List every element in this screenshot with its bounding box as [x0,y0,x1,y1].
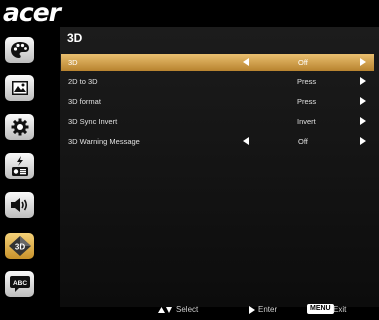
3d-icon-label: 3D [14,243,24,252]
sidebar-item-language[interactable]: ABC [5,271,34,297]
footer-hints: Select Enter MENU Exit [0,300,379,320]
menu-row-value: Press [297,97,317,106]
sidebar-item-settings[interactable] [5,114,34,140]
menu-panel: 3D 3D Off 2D to 3D Press 3D format Press… [60,27,379,307]
enter-arrow-icon [249,306,255,314]
settings-gear-icon [11,118,28,136]
menu-key-badge: MENU [307,304,334,314]
menu-row-label: 2D to 3D [68,77,98,86]
menu-row-3d-format[interactable]: 3D format Press [61,93,374,110]
menu-row-label: 3D Sync Invert [68,117,118,126]
sidebar-item-image[interactable] [5,75,34,101]
sidebar-item-audio[interactable] [5,192,34,218]
arrow-right-icon[interactable] [360,77,366,85]
sidebar-item-management[interactable] [5,153,34,179]
arrow-left-icon[interactable] [243,137,249,145]
3d-icon: 3D [8,236,31,256]
sidebar-item-3d[interactable]: 3D [5,233,34,259]
menu-row-label: 3D format [68,97,101,106]
menu-row-2d-to-3d[interactable]: 2D to 3D Press [61,73,374,90]
sidebar-item-color[interactable] [5,37,34,63]
audio-speaker-icon [10,198,27,212]
menu-row-3d-warning-message[interactable]: 3D Warning Message Off [61,133,374,150]
sidebar: 3D ABC [0,27,40,299]
menu-row-value: Press [297,77,317,86]
arrow-right-icon[interactable] [360,137,366,145]
menu-row-3d-sync-invert[interactable]: 3D Sync Invert Invert [61,113,374,130]
menu-row-3d[interactable]: 3D Off [61,54,374,71]
menu-row-value: Invert [297,117,316,126]
arrow-left-icon[interactable] [243,58,249,66]
enter-hint: Enter [258,305,278,314]
language-icon: ABC [9,276,30,292]
page-title: 3D [67,31,83,45]
menu-row-value: Off [298,137,308,146]
menu-row-value: Off [298,58,308,67]
up-down-arrows-icon [158,307,172,313]
exit-hint: Exit [333,305,347,314]
arrow-right-icon[interactable] [360,117,366,125]
palette-icon [10,42,29,58]
image-icon [11,81,28,95]
acer-logo: acer [3,0,61,27]
arrow-right-icon[interactable] [360,97,366,105]
arrow-right-icon[interactable] [360,58,366,66]
language-icon-label: ABC [12,280,26,287]
menu-row-label: 3D [68,58,78,67]
select-hint: Select [176,305,199,314]
menu-row-label: 3D Warning Message [68,137,140,146]
power-management-icon [11,156,28,176]
